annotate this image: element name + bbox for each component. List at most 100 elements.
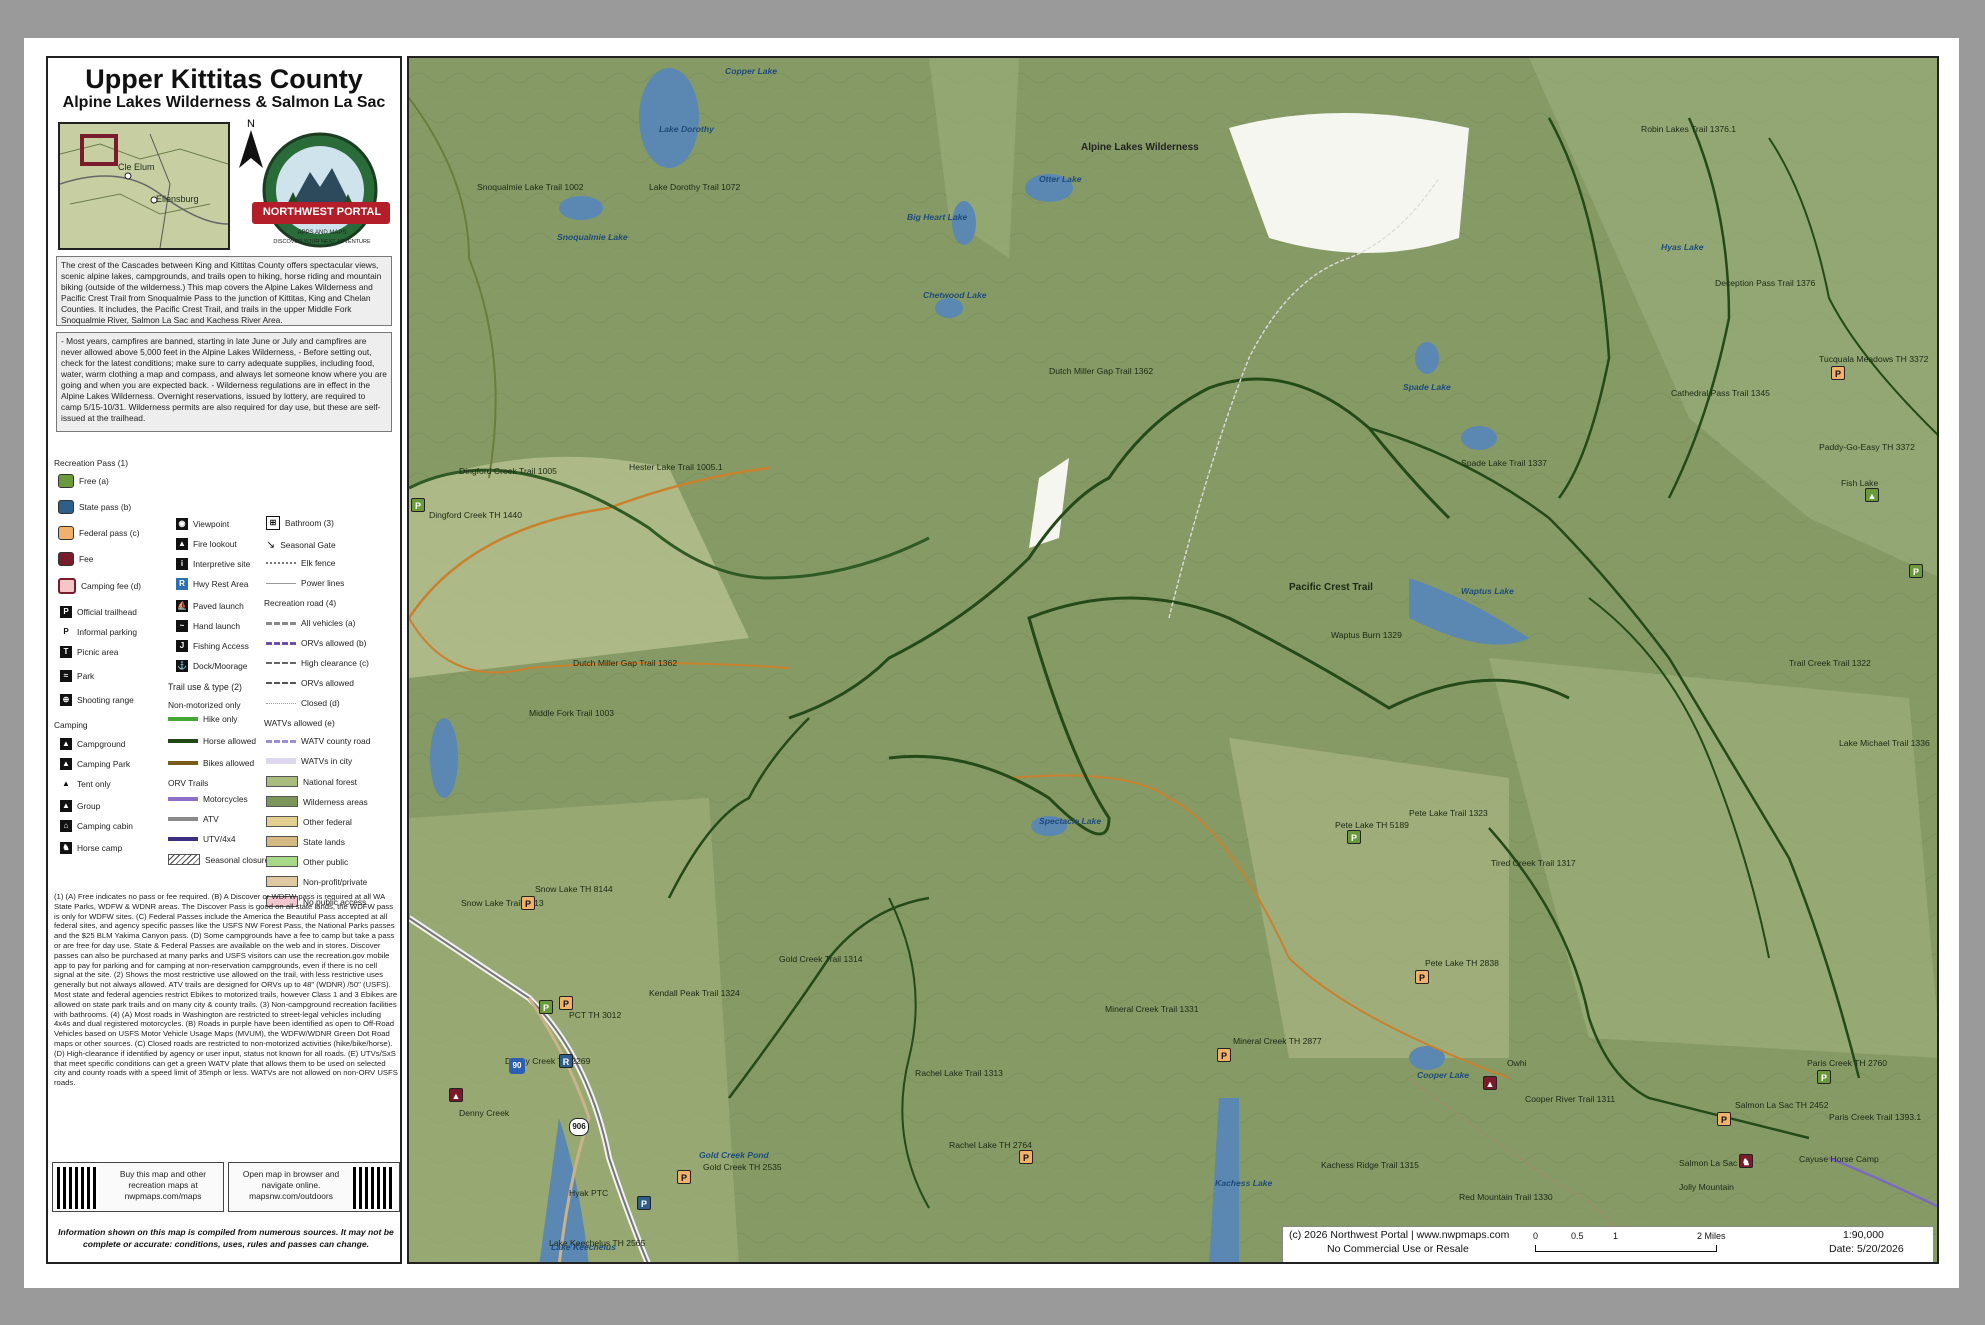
water-label: Otter Lake — [1039, 174, 1082, 184]
legend-paved-launch: ⛵ Paved launch — [176, 600, 244, 612]
buy-map-box[interactable]: Buy this map and other recreation maps a… — [52, 1162, 224, 1212]
road-swatch — [266, 682, 296, 684]
place-label: Paris Creek Trail 1393.1 — [1829, 1112, 1922, 1122]
place-label: Tucquala Meadows TH 3372 — [1819, 354, 1929, 364]
legend-label: National forest — [303, 776, 357, 787]
legend-atv: ATV — [168, 814, 219, 824]
legend-land-national-forest: National forest — [266, 776, 357, 787]
water-label: Gold Creek Pond — [699, 1150, 769, 1160]
place-label: Dingford Creek TH 1440 — [429, 510, 522, 520]
legend-label: Non-profit/private — [303, 876, 368, 887]
rest-area-marker[interactable]: R — [559, 1054, 573, 1068]
legend-label: Seasonal closure — [205, 854, 270, 865]
north-label: N — [247, 118, 255, 130]
park-icon: ≈ — [60, 670, 72, 682]
land-swatch — [266, 776, 298, 787]
legend-label: Bikes allowed — [203, 758, 255, 768]
trailhead-marker[interactable]: P — [411, 498, 425, 512]
rest-area-icon: R — [176, 578, 188, 590]
legend-fire-lookout: ▲ Fire lookout — [176, 538, 237, 550]
place-label: Salmon La Sac — [1679, 1158, 1738, 1168]
legend-motorcycles: Motorcycles — [168, 794, 248, 804]
place-label: Snoqualmie Lake Trail 1002 — [477, 182, 584, 192]
place-label: Lake Michael Trail 1336 — [1839, 738, 1930, 748]
trailhead-marker[interactable]: P — [539, 1000, 553, 1014]
watv-swatch — [266, 758, 296, 764]
legend-park: ≈ Park — [60, 670, 94, 682]
interpretive-icon: i — [176, 558, 188, 570]
trailhead-marker[interactable]: P — [1831, 366, 1845, 380]
land-swatch — [266, 816, 298, 827]
legend-pass-federal: Federal pass (c) — [58, 526, 140, 540]
horse-camp-marker[interactable]: ♞ — [1739, 1154, 1753, 1168]
legend-road-high-clearance: High clearance (c) — [266, 658, 369, 668]
trailhead-marker[interactable]: P — [1217, 1048, 1231, 1062]
place-label: Denny Creek — [459, 1108, 510, 1118]
trailhead-marker[interactable]: P — [637, 1196, 651, 1210]
legend-road-header: Recreation road (4) — [264, 598, 337, 608]
place-label: Trail Creek Trail 1322 — [1789, 658, 1871, 668]
water-label: Hyas Lake — [1661, 242, 1704, 252]
viewpoint-icon: ◉ — [176, 518, 188, 530]
scale-tick: 1 — [1613, 1231, 1619, 1241]
legend-label: Viewpoint — [193, 519, 230, 529]
legend-viewpoint: ◉ Viewpoint — [176, 518, 229, 530]
legend-panel: Upper Kittitas County Alpine Lakes Wilde… — [46, 56, 402, 1264]
gate-icon: ↘ — [266, 539, 276, 551]
power-line-swatch — [266, 582, 296, 584]
campground-marker[interactable]: ▲ — [449, 1088, 463, 1102]
legend-label: Motorcycles — [203, 794, 248, 804]
fee-swatch — [58, 552, 74, 566]
open-map-box[interactable]: Open map in browser and navigate online.… — [228, 1162, 400, 1212]
legend-watv-header: WATVs allowed (e) — [264, 718, 335, 728]
legend-land-other-public: Other public — [266, 856, 348, 867]
place-label: Rachel Lake Trail 1313 — [915, 1068, 1003, 1078]
copyright-text: (c) 2026 Northwest Portal | www.nwpmaps.… — [1289, 1229, 1510, 1241]
trailhead-marker[interactable]: P — [521, 896, 535, 910]
legend-label: Dock/Moorage — [193, 661, 248, 671]
legend-label: WATVs in city — [301, 756, 353, 766]
place-label: Dingford Creek Trail 1005 — [459, 466, 557, 476]
logo-sub: APPS AND MAPS — [297, 230, 347, 236]
dock-icon: ⚓ — [176, 660, 188, 672]
trailhead-marker[interactable]: P — [1817, 1070, 1831, 1084]
legend-pass-label: Free (a) — [79, 476, 109, 486]
legend-pass-free: Free (a) — [58, 474, 109, 488]
trailhead-marker[interactable]: P — [1717, 1112, 1731, 1126]
trailhead-marker[interactable]: P — [1415, 970, 1429, 984]
fishing-icon: J — [176, 640, 188, 652]
topographic-map[interactable]: Copper Lake Lake Dorothy Snoqualmie Lake… — [407, 56, 1939, 1264]
paved-launch-icon: ⛵ — [176, 600, 188, 612]
legend-seasonal-closure: Seasonal closure — [168, 854, 269, 865]
legend-label: Elk fence — [301, 558, 336, 568]
campground-marker[interactable]: ▲ — [1865, 488, 1879, 502]
buy-map-text: Buy this map and other recreation maps a… — [119, 1169, 207, 1201]
legend-label: Hwy Rest Area — [193, 579, 249, 589]
trailhead-marker[interactable]: P — [677, 1170, 691, 1184]
place-label: Middle Fork Trail 1003 — [529, 708, 615, 718]
place-label: Spade Lake Trail 1337 — [1461, 458, 1548, 468]
water-label: Kachess Lake — [1215, 1178, 1273, 1188]
logo-name: NORTHWEST PORTAL — [262, 206, 382, 218]
campground-marker[interactable]: ▲ — [1483, 1076, 1497, 1090]
legend-label: WATV county road — [301, 736, 371, 746]
logo-ring-text: DISCOVER YOUR NEXT ADVENTURE — [273, 239, 371, 245]
qr-code-icon[interactable] — [353, 1167, 395, 1209]
land-swatch — [266, 856, 298, 867]
qr-code-icon[interactable] — [57, 1167, 99, 1209]
legend-label: Interpretive site — [193, 559, 251, 569]
legend-hike-only: Hike only — [168, 714, 237, 724]
place-label: Paddy-Go-Easy TH 3372 — [1819, 442, 1915, 452]
legend-pass-state: State pass (b) — [58, 500, 131, 514]
legend-tent-only: ▲ Tent only — [60, 778, 111, 790]
campground-icon: ▲ — [60, 738, 72, 750]
place-label: Hester Lake Trail 1005.1 — [629, 462, 723, 472]
legend-label: Tent only — [77, 779, 111, 789]
trailhead-marker[interactable]: P — [559, 996, 573, 1010]
trailhead-marker[interactable]: P — [1347, 830, 1361, 844]
legend-label: Paved launch — [193, 601, 244, 611]
place-label: Gold Creek Trail 1314 — [779, 954, 863, 964]
trailhead-marker[interactable]: P — [1019, 1150, 1033, 1164]
trailhead-marker[interactable]: P — [1909, 564, 1923, 578]
free-swatch — [58, 474, 74, 488]
